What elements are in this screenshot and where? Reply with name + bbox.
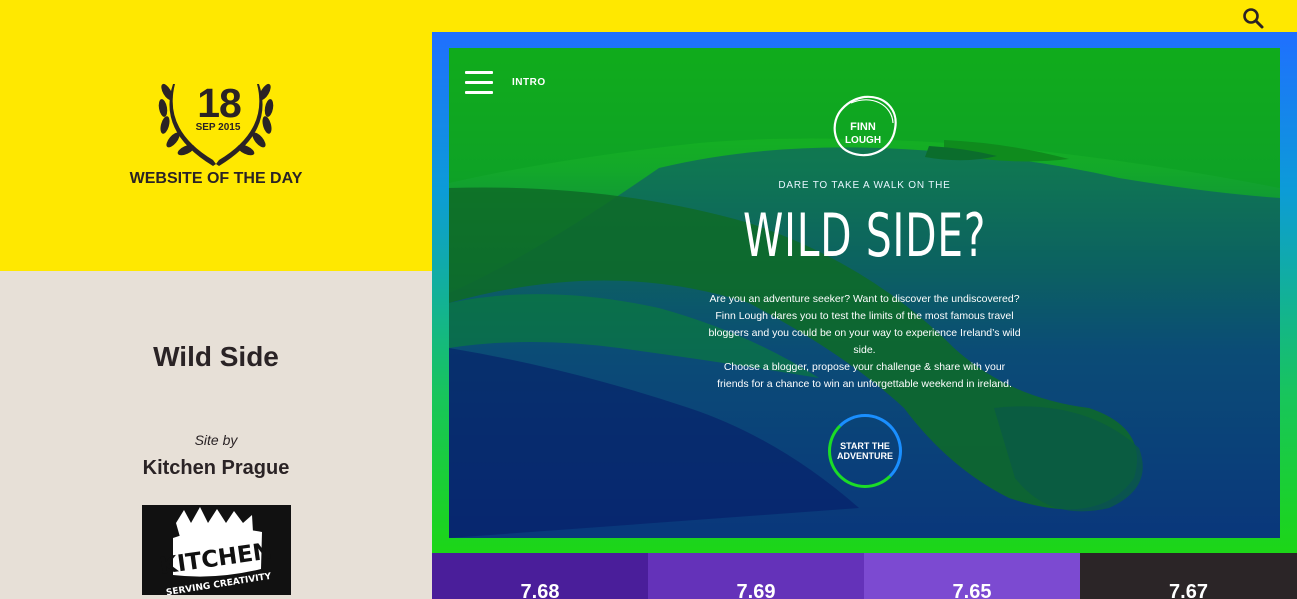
- svg-text:FINN: FINN: [850, 121, 876, 133]
- award-page: 18 SEP 2015 WEBSITE OF THE DAY Wild Side…: [0, 0, 1297, 599]
- site-info-panel: Wild Side Site by Kitchen Prague KITCHEN…: [0, 271, 432, 599]
- score-usability: 7.69: [648, 553, 864, 599]
- award-sidebar: 18 SEP 2015 WEBSITE OF THE DAY Wild Side…: [0, 0, 432, 599]
- score-value: 7.68: [520, 581, 560, 599]
- award-date-day: 18: [197, 80, 242, 126]
- website-preview[interactable]: INTRO FINN LOUGH DARE TO TAKE A WALK ON …: [449, 48, 1280, 538]
- score-design: 7.68: [432, 553, 648, 599]
- score-value: 7.69: [736, 581, 776, 599]
- search-icon[interactable]: [1241, 6, 1265, 30]
- description-line: side.: [853, 344, 876, 356]
- description-line: Choose a blogger, propose your challenge…: [723, 361, 1006, 373]
- finn-lough-logo[interactable]: FINN LOUGH: [827, 92, 901, 164]
- agency-logo[interactable]: KITCHEN SERVING CREATIVITY: [142, 505, 291, 598]
- site-title: Wild Side: [153, 341, 279, 372]
- award-badge-panel: 18 SEP 2015 WEBSITE OF THE DAY: [0, 0, 432, 271]
- intro-nav-link[interactable]: INTRO: [512, 77, 546, 88]
- description-line: bloggers and you could be on your way to…: [708, 327, 1021, 339]
- svg-text:LOUGH: LOUGH: [845, 135, 881, 146]
- score-value: 7.67: [1169, 581, 1208, 599]
- hero-description: Are you an adventure seeker? Want to dis…: [689, 291, 1040, 393]
- hero-tagline: DARE TO TAKE A WALK ON THE: [778, 180, 951, 191]
- description-line: Finn Lough dares you to test the limits …: [715, 310, 1014, 322]
- description-line: friends for a chance to win an unforgett…: [717, 378, 1012, 390]
- kitchen-logo-icon: KITCHEN SERVING CREATIVITY: [158, 507, 274, 598]
- score-value: 7.65: [952, 581, 992, 599]
- score-bar: 7.68 7.69 7.65 7.67: [432, 553, 1297, 599]
- award-label: WEBSITE OF THE DAY: [129, 170, 303, 187]
- award-date-month: SEP 2015: [195, 122, 241, 133]
- start-adventure-button[interactable]: START THE ADVENTURE: [828, 414, 902, 488]
- description-line: Are you an adventure seeker? Want to dis…: [709, 293, 1020, 305]
- score-creativity: 7.65: [864, 553, 1080, 599]
- menu-button[interactable]: [465, 71, 493, 94]
- score-content: 7.67: [1080, 553, 1297, 599]
- agency-link[interactable]: Kitchen Prague: [0, 457, 432, 480]
- hero-headline: WILD SIDE?: [742, 201, 987, 271]
- site-by-label: Site by: [194, 432, 238, 448]
